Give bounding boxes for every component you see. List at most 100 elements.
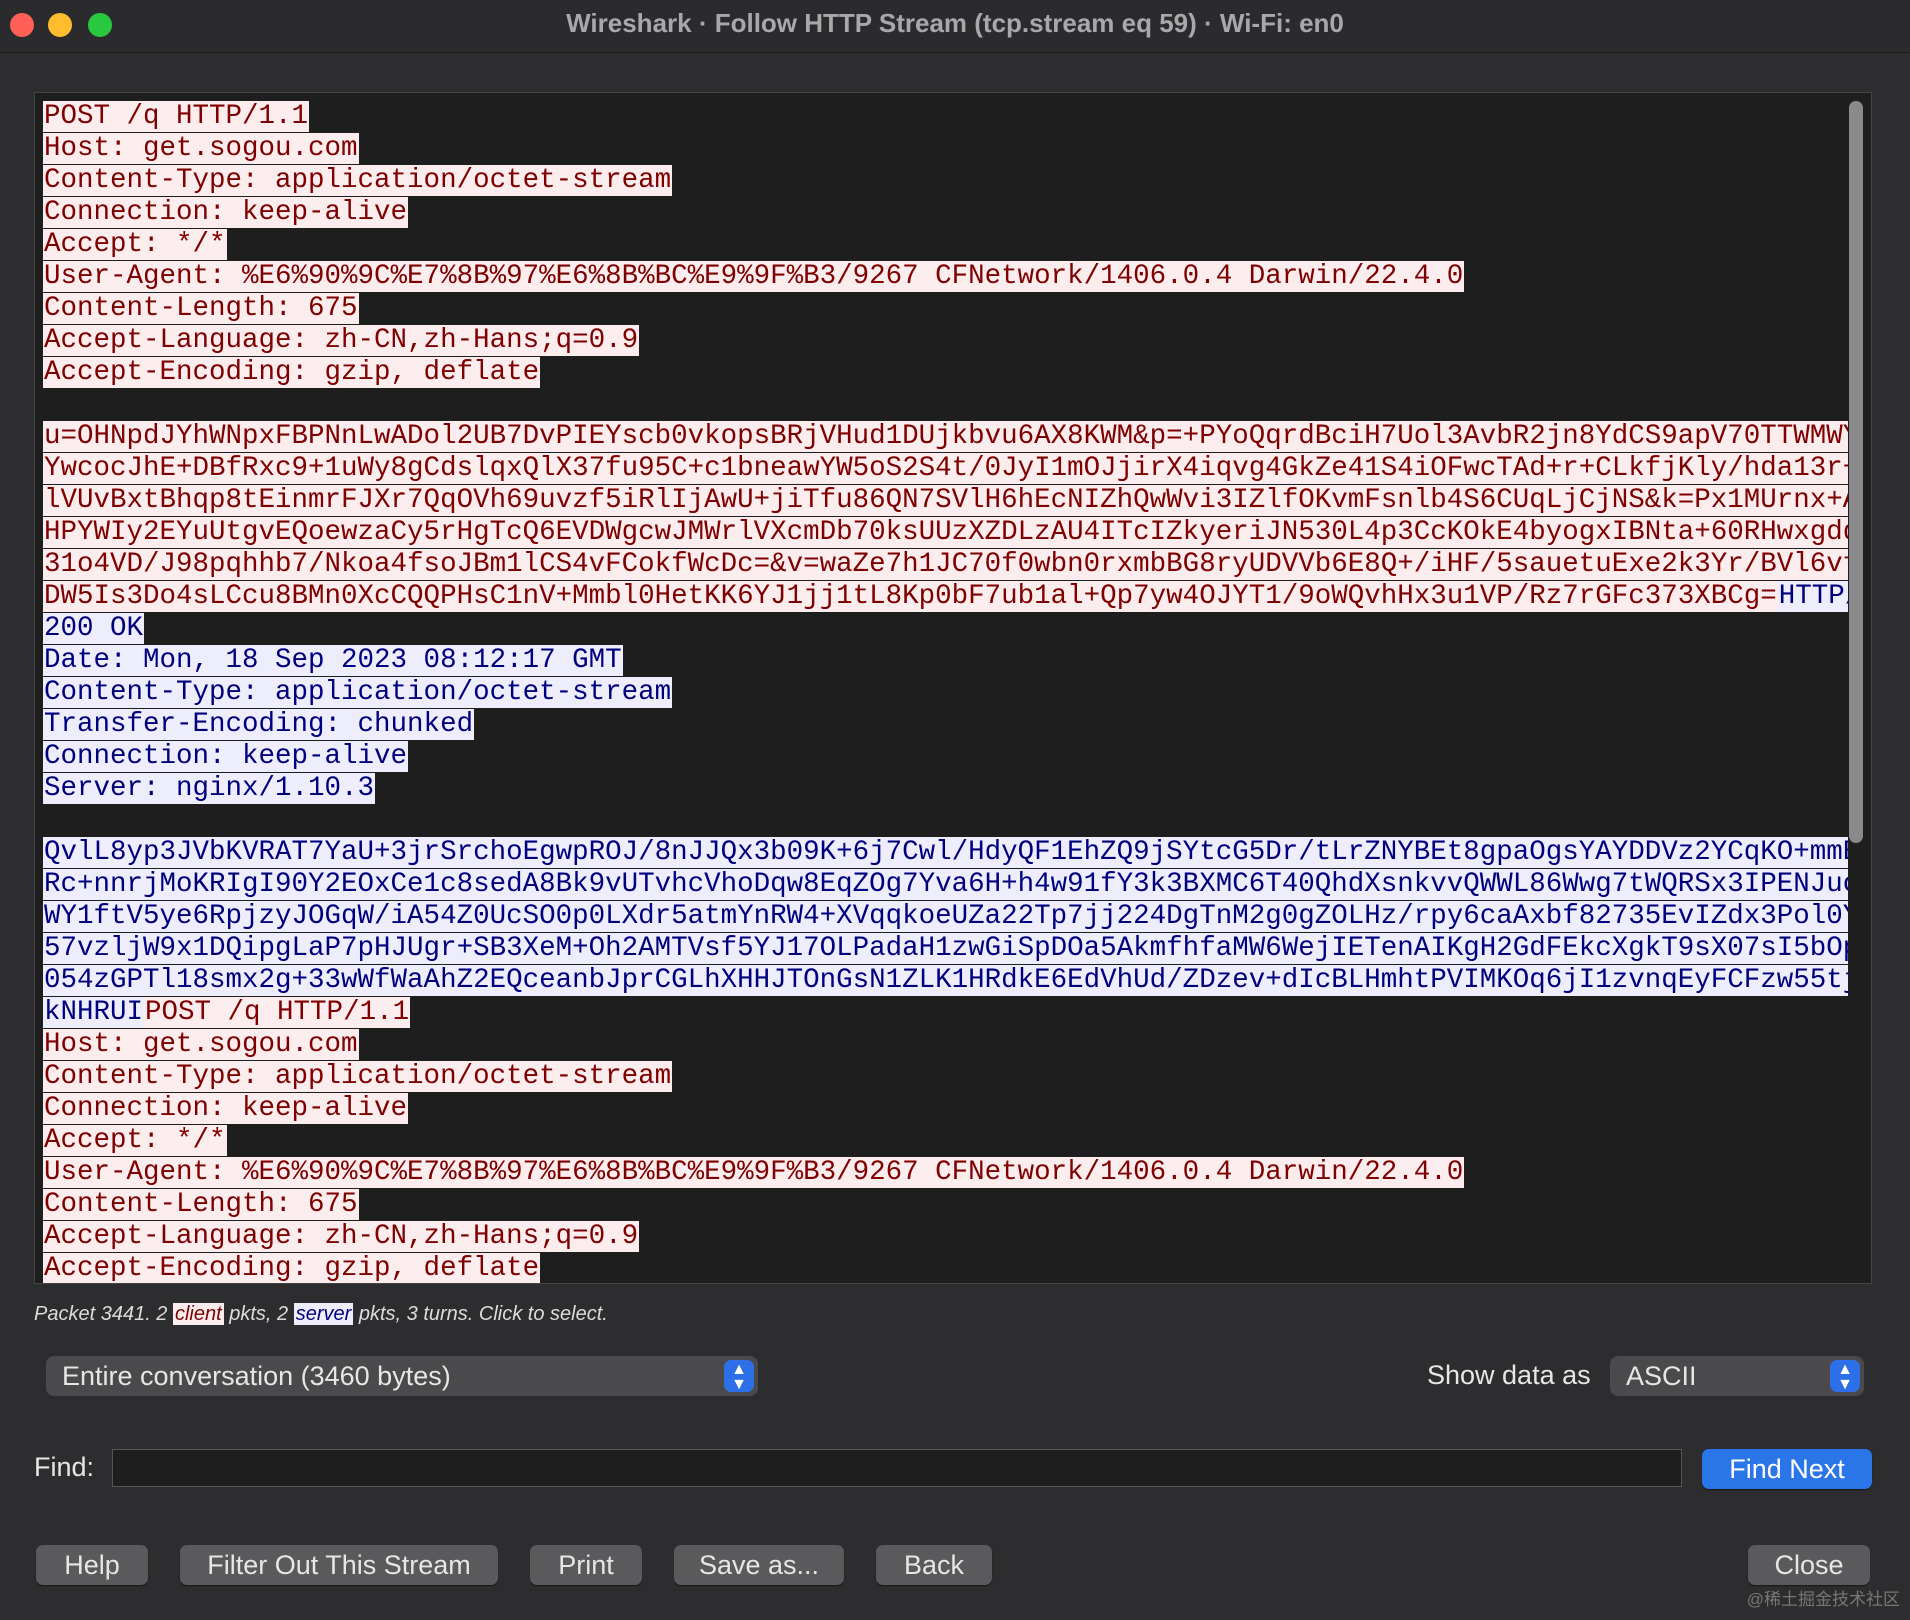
- client-data-segment: Accept-Encoding: gzip, deflate: [43, 1253, 541, 1284]
- vertical-scrollbar[interactable]: [1849, 101, 1863, 843]
- close-button[interactable]: Close: [1748, 1545, 1870, 1585]
- conversation-select[interactable]: Entire conversation (3460 bytes) ▲ ▼: [46, 1356, 758, 1396]
- client-data-segment: POST /q HTTP/1.1: [144, 997, 411, 1028]
- client-data-segment: YwcocJhE+DBfRxc9+1uWy8gCdslqxQlX37fu95C+…: [43, 453, 1848, 484]
- window-title: Wireshark · Follow HTTP Stream (tcp.stre…: [566, 8, 1344, 38]
- server-data-segment: QvlL8yp3JVbKVRAT7YaU+3jrSrchoEgwpROJ/8nJ…: [43, 837, 1848, 868]
- stream-line: Transfer-Encoding: chunked: [43, 709, 1848, 741]
- show-data-select[interactable]: ASCII ▲ ▼: [1610, 1356, 1864, 1396]
- show-data-label: Show data as: [1427, 1360, 1591, 1390]
- client-data-segment: Accept-Language: zh-CN,zh-Hans;q=0.9: [43, 1221, 640, 1252]
- client-data-segment: User-Agent: %E6%90%9C%E7%8B%97%E6%8B%BC%…: [43, 261, 1465, 292]
- client-data-segment: Connection: keep-alive: [43, 1093, 409, 1124]
- stream-line: POST /q HTTP/1.1: [43, 101, 1848, 133]
- client-data-segment: Host: get.sogou.com: [43, 1029, 359, 1060]
- stream-line: Host: get.sogou.com: [43, 1029, 1848, 1061]
- stream-line: Accept-Language: zh-CN,zh-Hans;q=0.9: [43, 1221, 1848, 1253]
- client-data-segment: Accept: */*: [43, 229, 227, 260]
- stream-line: Accept-Language: zh-CN,zh-Hans;q=0.9: [43, 325, 1848, 357]
- stream-line: Date: Mon, 18 Sep 2023 08:12:17 GMT: [43, 645, 1848, 677]
- server-data-segment: kNHRUI: [43, 997, 145, 1028]
- stream-line: Connection: keep-alive: [43, 741, 1848, 773]
- filter-out-stream-button[interactable]: Filter Out This Stream: [180, 1545, 498, 1585]
- title-bar: Wireshark · Follow HTTP Stream (tcp.stre…: [0, 0, 1910, 53]
- server-data-segment: Date: Mon, 18 Sep 2023 08:12:17 GMT: [43, 645, 623, 676]
- client-data-segment: Accept-Language: zh-CN,zh-Hans;q=0.9: [43, 325, 640, 356]
- stream-line: kNHRUIPOST /q HTTP/1.1: [43, 997, 1848, 1029]
- packet-info-status[interactable]: Packet 3441. 2 client pkts, 2 server pkt…: [34, 1303, 608, 1326]
- client-data-segment: u=OHNpdJYhWNpxFBPNnLwADol2UB7DvPIEYscb0v…: [43, 421, 1848, 452]
- stream-line: Connection: keep-alive: [43, 1093, 1848, 1125]
- conversation-select-value: Entire conversation (3460 bytes): [62, 1361, 451, 1391]
- stream-line: Host: get.sogou.com: [43, 133, 1848, 165]
- stream-line: Content-Type: application/octet-stream: [43, 677, 1848, 709]
- stream-line: Content-Length: 675: [43, 1189, 1848, 1221]
- stream-line: DW5Is3Do4sLCcu8BMn0XcCQQPHsC1nV+Mmbl0Het…: [43, 581, 1848, 613]
- status-middle: pkts, 2: [223, 1303, 294, 1325]
- status-suffix: pkts, 3 turns. Click to select.: [353, 1303, 608, 1325]
- stream-line: User-Agent: %E6%90%9C%E7%8B%97%E6%8B%BC%…: [43, 261, 1848, 293]
- server-data-segment: Server: nginx/1.10.3: [43, 773, 376, 804]
- client-data-segment: Accept: */*: [43, 1125, 227, 1156]
- stream-line: u=OHNpdJYhWNpxFBPNnLwADol2UB7DvPIEYscb0v…: [43, 421, 1848, 453]
- stream-content-pane[interactable]: POST /q HTTP/1.1 Host: get.sogou.com Conte…: [34, 92, 1872, 1284]
- server-data-segment: Connection: keep-alive: [43, 741, 409, 772]
- client-data-segment: Content-Type: application/octet-stream: [43, 1061, 673, 1092]
- client-data-segment: Content-Length: 675: [43, 293, 359, 324]
- find-label: Find:: [34, 1452, 95, 1482]
- client-data-segment: Content-Length: 675: [43, 1189, 359, 1220]
- stream-line: Rc+nnrjMoKRIgI90Y2EOxCe1c8sedA8Bk9vUTvhc…: [43, 869, 1848, 901]
- client-data-segment: Host: get.sogou.com: [43, 133, 359, 164]
- client-data-segment: User-Agent: %E6%90%9C%E7%8B%97%E6%8B%BC%…: [43, 1157, 1465, 1188]
- server-tag: server: [293, 1303, 354, 1325]
- stream-line: HPYWIy2EYuUtgvEQoewzaCy5rHgTcQ6EVDWgcwJM…: [43, 517, 1848, 549]
- watermark: @稀土掘金技术社区: [1746, 1590, 1900, 1609]
- stream-line: QvlL8yp3JVbKVRAT7YaU+3jrSrchoEgwpROJ/8nJ…: [43, 837, 1848, 869]
- find-next-button[interactable]: Find Next: [1702, 1449, 1872, 1489]
- stream-line: Content-Type: application/octet-stream: [43, 1061, 1848, 1093]
- stream-line: [43, 805, 1848, 837]
- print-button[interactable]: Print: [530, 1545, 642, 1585]
- status-prefix: Packet 3441. 2: [34, 1303, 173, 1325]
- client-data-segment: Content-Type: application/octet-stream: [43, 165, 673, 196]
- show-data-select-value: ASCII: [1626, 1361, 1697, 1391]
- stream-line: Accept-Encoding: gzip, deflate: [43, 357, 1848, 389]
- client-tag: client: [172, 1303, 224, 1325]
- stream-line: Content-Length: 675: [43, 293, 1848, 325]
- client-data-segment: lVUvBxtBhqp8tEinmrFJXr7QqOVh69uvzf5iRlIj…: [43, 485, 1848, 516]
- client-data-segment: Connection: keep-alive: [43, 197, 409, 228]
- client-data-segment: 31o4VD/J98pqhhb7/Nkoa4fsoJBm1lCS4vFCokfW…: [43, 549, 1848, 580]
- stream-line: 31o4VD/J98pqhhb7/Nkoa4fsoJBm1lCS4vFCokfW…: [43, 549, 1848, 581]
- stream-line: Accept: */*: [43, 1125, 1848, 1157]
- server-data-segment: 054zGPTl18smx2g+33wWfWaAhZ2EQceanbJprCGL…: [43, 965, 1848, 996]
- stream-line: Accept-Encoding: gzip, deflate: [43, 1253, 1848, 1284]
- back-button[interactable]: Back: [876, 1545, 992, 1585]
- stream-line: YwcocJhE+DBfRxc9+1uWy8gCdslqxQlX37fu95C+…: [43, 453, 1848, 485]
- server-data-segment: Rc+nnrjMoKRIgI90Y2EOxCe1c8sedA8Bk9vUTvhc…: [43, 869, 1848, 900]
- stream-line: 200 OK: [43, 613, 1848, 645]
- stream-line: WY1ftV5ye6RpjzyJOGqW/iA54Z0UcSO0p0LXdr5a…: [43, 901, 1848, 933]
- server-data-segment: 57vzljW9x1DQipgLaP7pHJUgr+SB3XeM+Oh2AMTV…: [43, 933, 1848, 964]
- stream-line: Server: nginx/1.10.3: [43, 773, 1848, 805]
- client-data-segment: HPYWIy2EYuUtgvEQoewzaCy5rHgTcQ6EVDWgcwJM…: [43, 517, 1848, 548]
- stream-line: Connection: keep-alive: [43, 197, 1848, 229]
- server-data-segment: 200 OK: [43, 613, 145, 644]
- stream-line: User-Agent: %E6%90%9C%E7%8B%97%E6%8B%BC%…: [43, 1157, 1848, 1189]
- stream-line: [43, 389, 1848, 421]
- find-input[interactable]: [112, 1449, 1682, 1487]
- stream-line: 57vzljW9x1DQipgLaP7pHJUgr+SB3XeM+Oh2AMTV…: [43, 933, 1848, 965]
- stream-line: 054zGPTl18smx2g+33wWfWaAhZ2EQceanbJprCGL…: [43, 965, 1848, 997]
- save-as-button[interactable]: Save as...: [674, 1545, 844, 1585]
- help-button[interactable]: Help: [36, 1545, 148, 1585]
- chevron-updown-icon: ▲ ▼: [724, 1360, 754, 1393]
- client-data-segment: POST /q HTTP/1.1: [43, 101, 310, 132]
- stream-line: Content-Type: application/octet-stream: [43, 165, 1848, 197]
- client-data-segment: DW5Is3Do4sLCcu8BMn0XcCQQPHsC1nV+Mmbl0Het…: [43, 581, 1778, 612]
- chevron-updown-icon: ▲ ▼: [1830, 1360, 1860, 1393]
- server-data-segment: Transfer-Encoding: chunked: [43, 709, 475, 740]
- server-data-segment: WY1ftV5ye6RpjzyJOGqW/iA54Z0UcSO0p0LXdr5a…: [43, 901, 1848, 932]
- stream-text[interactable]: POST /q HTTP/1.1 Host: get.sogou.com Conte…: [43, 101, 1848, 1284]
- server-data-segment: Content-Type: application/octet-stream: [43, 677, 673, 708]
- server-data-segment: HTTP/1.1: [1777, 581, 1848, 612]
- stream-line: lVUvBxtBhqp8tEinmrFJXr7QqOVh69uvzf5iRlIj…: [43, 485, 1848, 517]
